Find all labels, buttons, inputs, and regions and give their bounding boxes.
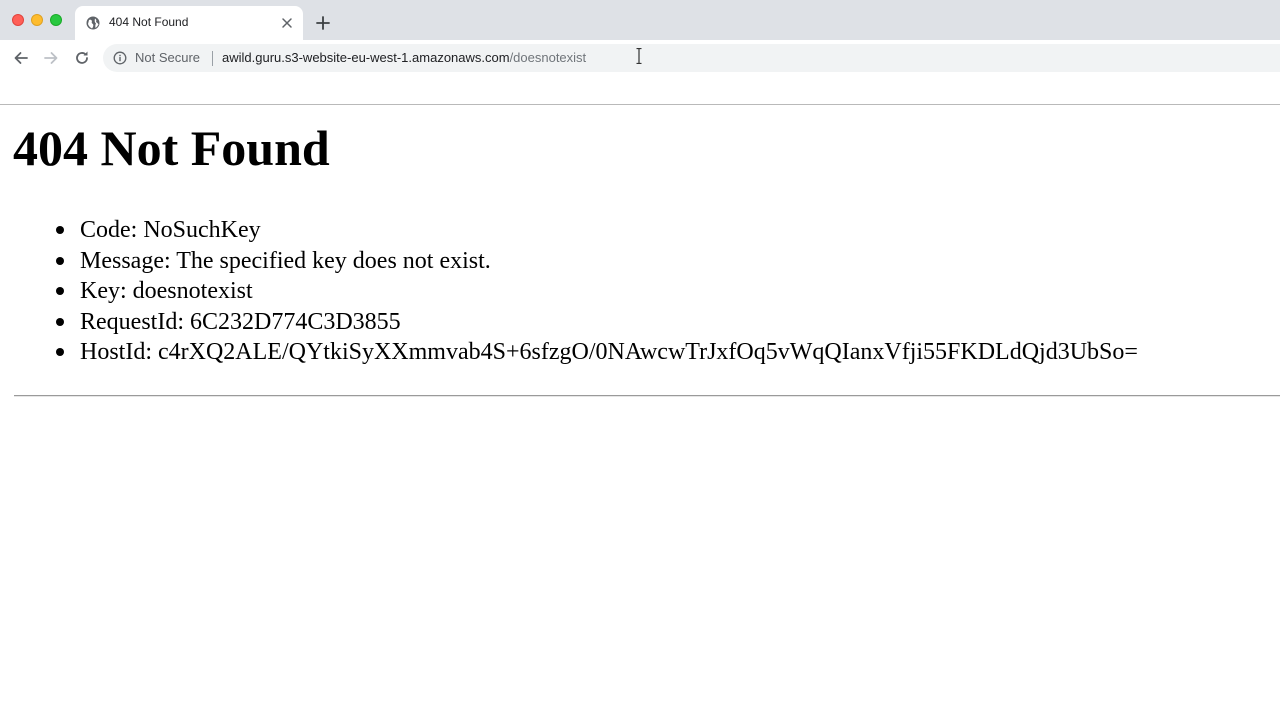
list-item: RequestId: 6C232D774C3D3855 xyxy=(56,307,1138,338)
active-tab[interactable]: 404 Not Found xyxy=(75,6,303,40)
error-details-list: Code: NoSuchKey Message: The specified k… xyxy=(0,215,1138,368)
tab-strip: 404 Not Found xyxy=(0,0,1280,40)
bullet-icon xyxy=(56,317,64,326)
close-icon[interactable] xyxy=(280,16,294,30)
plus-icon[interactable] xyxy=(315,15,331,31)
security-separator xyxy=(212,51,213,66)
list-item: Code: NoSuchKey xyxy=(56,215,1138,246)
url-text[interactable]: awild.guru.s3-website-eu-west-1.amazonaw… xyxy=(222,50,586,65)
info-icon[interactable] xyxy=(113,51,127,65)
window-close-button[interactable] xyxy=(12,14,24,26)
forward-arrow-icon[interactable] xyxy=(42,49,60,67)
url-path: /doesnotexist xyxy=(509,50,587,65)
tab-title: 404 Not Found xyxy=(109,15,189,29)
bullet-icon xyxy=(56,226,64,234)
browser-toolbar: Not Secure awild.guru.s3-website-eu-west… xyxy=(0,40,1280,76)
error-key: Key: doesnotexist xyxy=(80,278,253,304)
list-item: Key: doesnotexist xyxy=(56,276,1138,307)
window-minimize-button[interactable] xyxy=(31,14,43,26)
error-message: Message: The specified key does not exis… xyxy=(80,247,491,274)
security-status-label[interactable]: Not Secure xyxy=(135,50,200,65)
back-arrow-icon[interactable] xyxy=(12,49,30,67)
bottom-divider xyxy=(14,395,1280,397)
host-id: HostId: c4rXQ2ALE/QYtkiSyXXmmvab4S+6sfzg… xyxy=(80,339,1138,365)
list-item: Message: The specified key does not exis… xyxy=(56,246,1138,277)
bullet-icon xyxy=(56,287,64,295)
error-code: Code: NoSuchKey xyxy=(80,217,261,243)
url-host: awild.guru.s3-website-eu-west-1.amazonaw… xyxy=(222,50,510,65)
window-maximize-button[interactable] xyxy=(50,14,62,26)
list-item: HostId: c4rXQ2ALE/QYtkiSyXXmmvab4S+6sfzg… xyxy=(56,337,1138,368)
request-id: RequestId: 6C232D774C3D3855 xyxy=(80,308,401,335)
reload-icon[interactable] xyxy=(73,49,91,67)
top-divider xyxy=(0,104,1280,105)
page-content: 404 Not Found Code: NoSuchKey Message: T… xyxy=(0,76,1280,720)
address-bar[interactable]: Not Secure awild.guru.s3-website-eu-west… xyxy=(103,44,1280,72)
bullet-icon xyxy=(56,348,64,356)
bullet-icon xyxy=(56,256,64,265)
page-title: 404 Not Found xyxy=(13,120,330,176)
text-cursor-icon xyxy=(636,48,642,64)
globe-icon xyxy=(86,16,100,30)
